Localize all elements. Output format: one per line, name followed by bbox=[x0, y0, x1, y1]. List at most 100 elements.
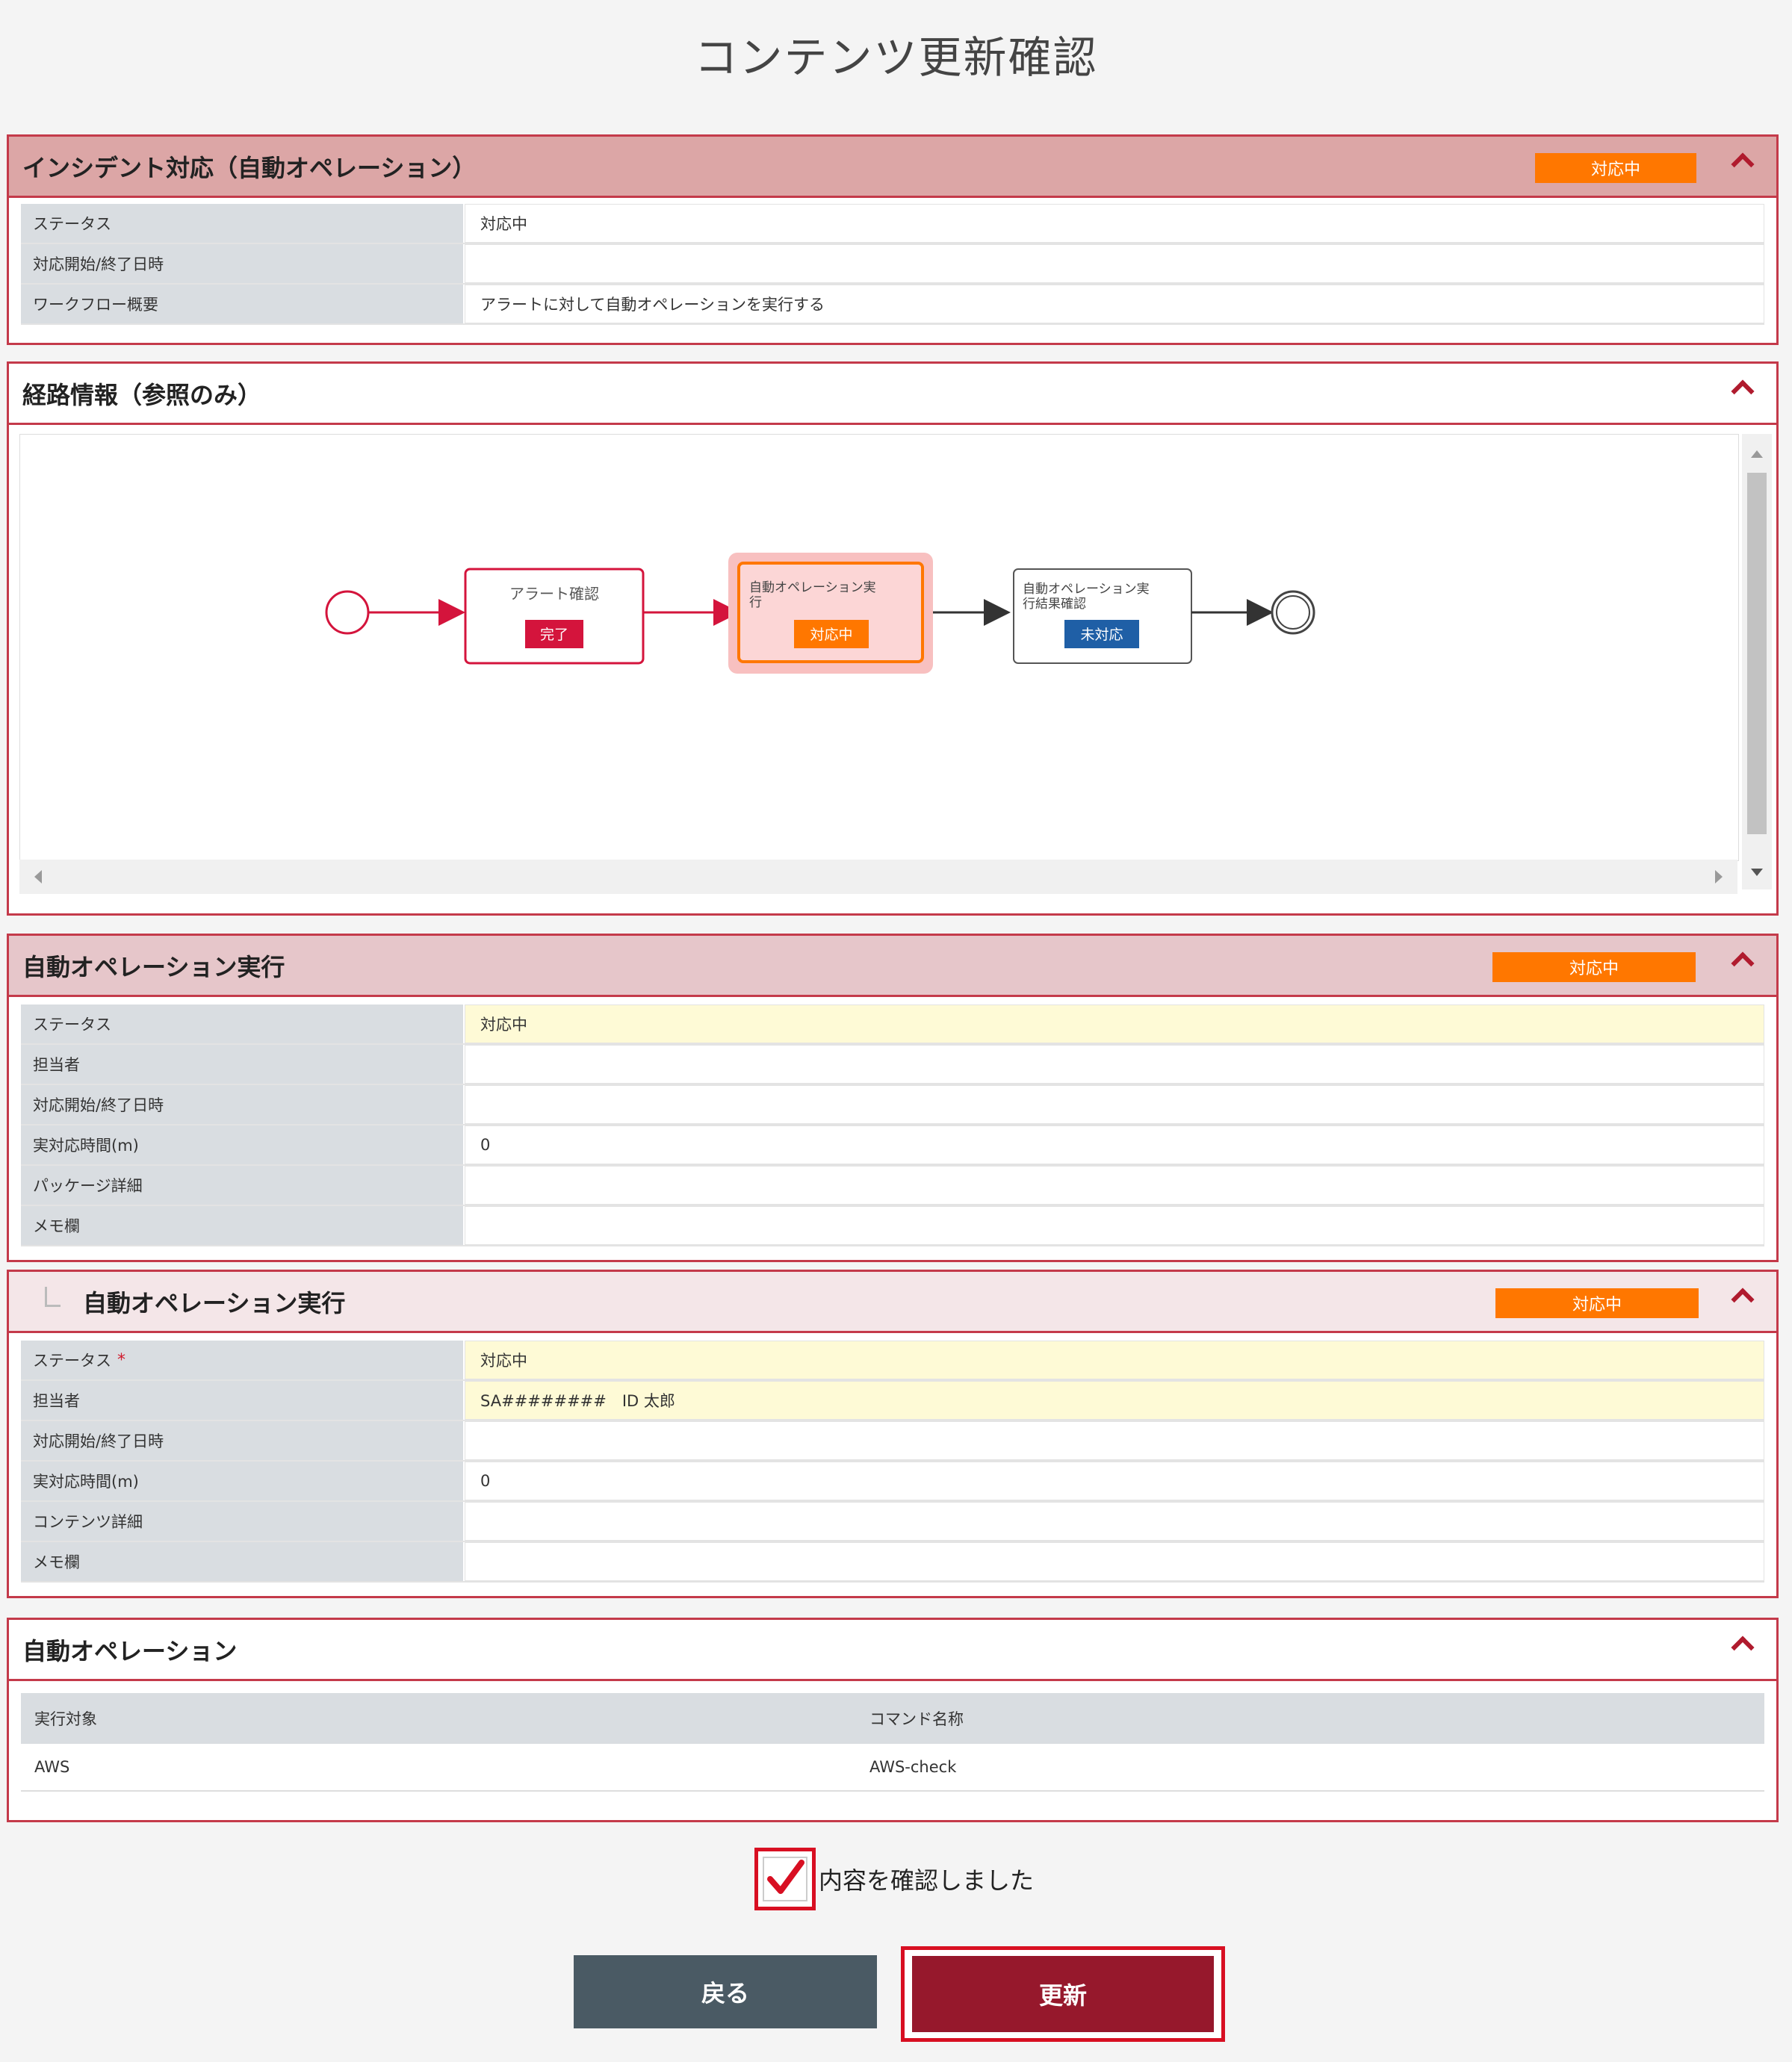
table-row: ステータス * 対応中 bbox=[21, 1341, 1764, 1381]
confirm-checkbox-row[interactable]: 内容を確認しました bbox=[754, 1848, 1034, 1910]
route-panel-title: 経路情報（参照のみ） bbox=[22, 380, 262, 409]
node-status: 対応中 bbox=[810, 627, 852, 643]
table-row: メモ欄 bbox=[21, 1542, 1764, 1583]
auto-exec-panel: 自動オペレーション実行 対応中 ステータス 対応中 担当者 対応開始/終了日時 … bbox=[7, 934, 1779, 1262]
incident-panel-header[interactable]: インシデント対応（自動オペレーション） 対応中 bbox=[9, 137, 1776, 198]
auto-exec-panel-header[interactable]: 自動オペレーション実行 対応中 bbox=[9, 936, 1776, 997]
row-label: コンテンツ詳細 bbox=[21, 1502, 465, 1541]
table-header-row: 実行対象 コマンド名称 bbox=[21, 1693, 1764, 1744]
auto-exec-sub-panel: 自動オペレーション実行 対応中 ステータス * 対応中 担当者 SA######… bbox=[7, 1270, 1779, 1598]
row-value bbox=[465, 244, 1764, 283]
row-label: メモ欄 bbox=[21, 1542, 465, 1581]
row-label: パッケージ詳細 bbox=[21, 1166, 465, 1205]
row-value: アラートに対して自動オペレーションを実行する bbox=[465, 285, 1764, 323]
update-button[interactable]: 更新 bbox=[912, 1956, 1214, 2032]
auto-op-panel: 自動オペレーション 実行対象 コマンド名称 AWS AWS-check bbox=[7, 1618, 1779, 1822]
start-event-icon bbox=[325, 590, 370, 635]
row-label: 実対応時間(m) bbox=[21, 1125, 465, 1164]
chevron-up-icon[interactable] bbox=[1731, 1636, 1755, 1659]
subtask-indent-icon bbox=[45, 1287, 61, 1307]
flow-svg: アラート確認 完了 自動オペレーション実行 対応中 自動オペレーション実行結果確… bbox=[325, 553, 1315, 674]
table-row: ステータス 対応中 bbox=[21, 1004, 1764, 1045]
column-header: 実行対象 bbox=[34, 1710, 97, 1728]
column-header: コマンド名称 bbox=[869, 1710, 964, 1728]
table-row: 対応開始/終了日時 bbox=[21, 244, 1764, 285]
status-badge: 対応中 bbox=[1492, 952, 1696, 982]
auto-op-panel-header[interactable]: 自動オペレーション bbox=[9, 1620, 1776, 1681]
scroll-down-icon[interactable] bbox=[1742, 857, 1772, 886]
operation-table: 実行対象 コマンド名称 AWS AWS-check bbox=[21, 1693, 1764, 1792]
row-value bbox=[465, 1421, 1764, 1460]
node-box bbox=[464, 568, 645, 665]
row-value bbox=[465, 1045, 1764, 1084]
table-row: 対応開始/終了日時 bbox=[21, 1085, 1764, 1125]
table-row: 対応開始/終了日時 bbox=[21, 1421, 1764, 1462]
row-label: ワークフロー概要 bbox=[21, 285, 465, 323]
row-value: 対応中 bbox=[465, 204, 1764, 243]
check-icon bbox=[767, 1860, 804, 1894]
chevron-up-icon[interactable] bbox=[1731, 379, 1755, 403]
row-label: 対応開始/終了日時 bbox=[21, 1421, 465, 1460]
row-label-text: ステータス bbox=[33, 1352, 111, 1370]
incident-panel: インシデント対応（自動オペレーション） 対応中 ステータス 対応中 対応開始/終… bbox=[7, 134, 1779, 345]
row-value bbox=[465, 1085, 1764, 1124]
row-value: 対応中 bbox=[465, 1004, 1764, 1043]
scroll-up-icon[interactable] bbox=[1742, 440, 1772, 470]
chevron-up-icon[interactable] bbox=[1731, 951, 1755, 975]
table-row: パッケージ詳細 bbox=[21, 1166, 1764, 1206]
row-value: 0 bbox=[465, 1125, 1764, 1164]
scroll-right-icon[interactable] bbox=[1703, 860, 1733, 894]
auto-exec-panel-title: 自動オペレーション実行 bbox=[22, 952, 285, 981]
node-label: アラート確認 bbox=[509, 585, 599, 603]
table-row: ワークフロー概要 アラートに対して自動オペレーションを実行する bbox=[21, 285, 1764, 325]
row-label: ステータス bbox=[21, 204, 465, 243]
chevron-up-icon[interactable] bbox=[1731, 1288, 1755, 1311]
page-title: コンテンツ更新確認 bbox=[694, 32, 1098, 83]
auto-exec-sub-panel-header[interactable]: 自動オペレーション実行 対応中 bbox=[9, 1272, 1776, 1333]
table-row: 実対応時間(m) 0 bbox=[21, 1125, 1764, 1166]
checkbox-inner bbox=[763, 1857, 807, 1901]
vertical-scrollbar[interactable] bbox=[1742, 434, 1772, 889]
row-label: 担当者 bbox=[21, 1381, 465, 1420]
confirm-label: 内容を確認しました bbox=[819, 1866, 1035, 1895]
confirm-checkbox[interactable] bbox=[754, 1848, 816, 1910]
row-value bbox=[465, 1502, 1764, 1541]
scroll-thumb[interactable] bbox=[1747, 473, 1767, 834]
table-row: コンテンツ詳細 bbox=[21, 1502, 1764, 1542]
row-value: 0 bbox=[465, 1462, 1764, 1500]
end-event-icon bbox=[1271, 590, 1315, 635]
route-panel-header[interactable]: 経路情報（参照のみ） bbox=[9, 364, 1776, 425]
table-row: メモ欄 bbox=[21, 1206, 1764, 1246]
auto-op-panel-title: 自動オペレーション bbox=[22, 1636, 238, 1665]
row-value bbox=[465, 1542, 1764, 1581]
flow-diagram: アラート確認 完了 自動オペレーション実行 対応中 自動オペレーション実行結果確… bbox=[19, 434, 1739, 861]
row-value bbox=[465, 1166, 1764, 1205]
route-panel: 経路情報（参照のみ） アラート確認 完了 自動オペレーション実行 対応中 自動オ… bbox=[7, 361, 1779, 916]
node-status: 完了 bbox=[540, 627, 568, 643]
incident-panel-title: インシデント対応（自動オペレーション） bbox=[22, 153, 477, 182]
status-badge: 対応中 bbox=[1495, 1288, 1699, 1318]
row-label: 対応開始/終了日時 bbox=[21, 244, 465, 283]
table-row: 担当者 SA######## ID 太郎 bbox=[21, 1381, 1764, 1421]
status-select[interactable]: 対応中 bbox=[465, 1341, 1764, 1379]
table-row: 実対応時間(m) 0 bbox=[21, 1462, 1764, 1502]
row-label: ステータス * bbox=[21, 1341, 465, 1379]
assignee-field[interactable]: SA######## ID 太郎 bbox=[465, 1381, 1764, 1420]
row-value bbox=[465, 1206, 1764, 1245]
update-button-highlight: 更新 bbox=[901, 1946, 1225, 2042]
status-badge: 対応中 bbox=[1535, 153, 1696, 183]
horizontal-scrollbar[interactable] bbox=[19, 860, 1737, 894]
row-label: 担当者 bbox=[21, 1045, 465, 1084]
chevron-up-icon[interactable] bbox=[1731, 152, 1755, 176]
row-label: 実対応時間(m) bbox=[21, 1462, 465, 1500]
scroll-left-icon[interactable] bbox=[24, 860, 54, 894]
table-row: AWS AWS-check bbox=[21, 1744, 1764, 1792]
auto-exec-sub-panel-title: 自動オペレーション実行 bbox=[83, 1288, 346, 1317]
table-cell: AWS bbox=[34, 1758, 70, 1776]
table-row: 担当者 bbox=[21, 1045, 1764, 1085]
back-button[interactable]: 戻る bbox=[574, 1955, 877, 2028]
node-status: 未対応 bbox=[1080, 627, 1123, 643]
row-label: ステータス bbox=[21, 1004, 465, 1043]
table-row: ステータス 対応中 bbox=[21, 204, 1764, 244]
required-mark: * bbox=[117, 1350, 125, 1370]
